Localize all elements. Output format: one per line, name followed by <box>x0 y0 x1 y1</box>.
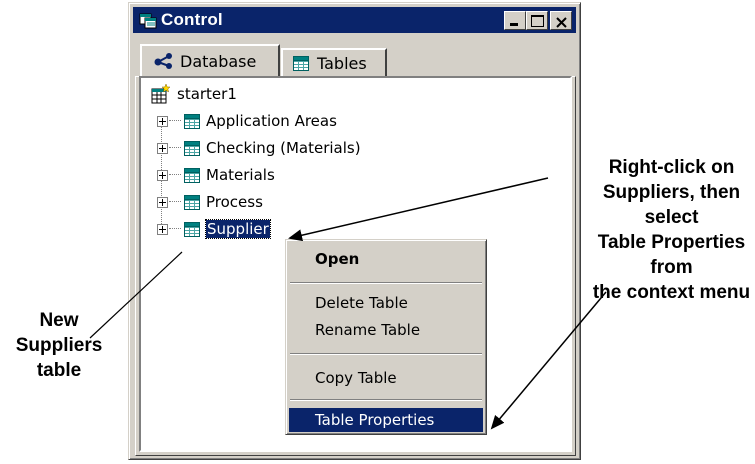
arrow-to-table-properties <box>490 291 607 430</box>
annotation-arrows <box>89 177 607 430</box>
arrow-to-supplier <box>288 177 549 242</box>
leader-to-new-table <box>89 251 183 339</box>
